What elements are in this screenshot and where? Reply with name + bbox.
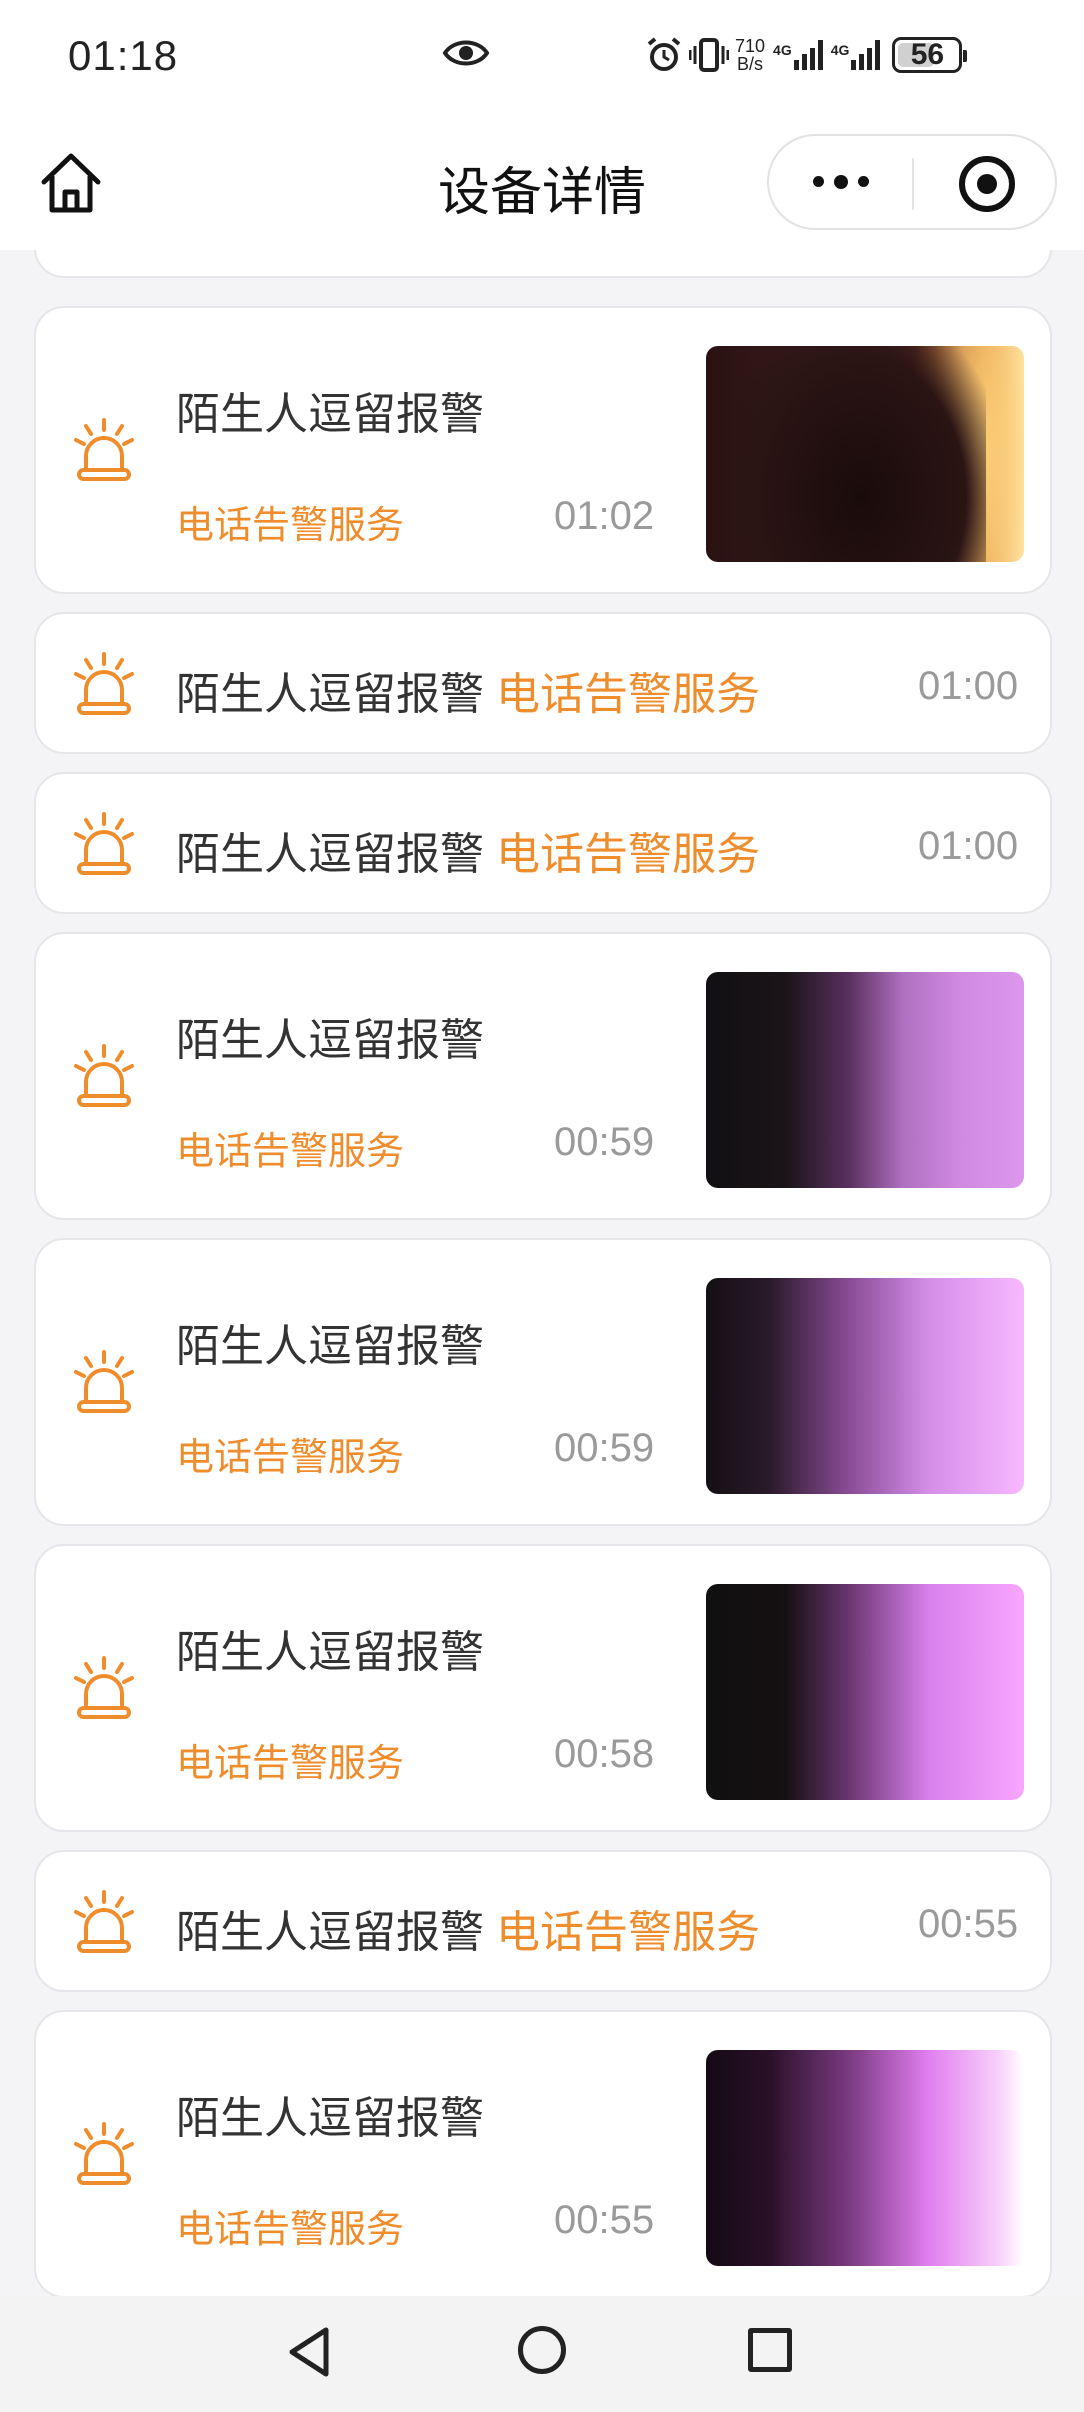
- alarm-light-icon: [72, 250, 136, 254]
- snapshot-figure: [736, 346, 986, 562]
- alarm-light-icon: [74, 1890, 134, 1953]
- battery-level: 56: [910, 38, 945, 71]
- back-icon[interactable]: [286, 2326, 334, 2378]
- alarm-title: 陌生人逗留报警: [176, 2093, 484, 2144]
- vibrate-icon: [689, 38, 729, 72]
- signal-1-label: 4G: [773, 42, 792, 58]
- signal-icon: 4G: [773, 40, 823, 70]
- alarm-clock-icon: [647, 37, 681, 71]
- alarm-card[interactable]: 陌生人逗留报警电话告警服务 01:02: [34, 306, 1052, 594]
- alarm-light-icon: [74, 2122, 134, 2185]
- alarm-service: 电话告警服务: [176, 1129, 405, 1173]
- alarm-time: 00:55: [918, 1902, 1019, 1946]
- alarm-light-icon: [74, 652, 134, 715]
- alarm-card[interactable]: 陌生人逗留报警电话告警服务 00:59: [34, 932, 1052, 1220]
- signal-icon: 4G: [831, 40, 881, 70]
- alarm-title-line: 陌生人逗留报警 电话告警服务: [176, 1896, 760, 1960]
- alarm-title: 陌生人逗留报警: [176, 1015, 484, 1066]
- alarm-service: 电话告警服务: [496, 1907, 760, 1958]
- alarm-card[interactable]: 陌生人逗留报警电话告警服务 00:55: [34, 2010, 1052, 2296]
- list-item[interactable]: [34, 250, 1052, 278]
- alarm-light-icon: [74, 812, 134, 875]
- nav-bar: 设备详情: [0, 112, 1084, 250]
- alarm-card[interactable]: 陌生人逗留报警 电话告警服务 01:00: [34, 612, 1052, 754]
- alarm-time: 01:00: [918, 824, 1019, 868]
- alarm-service: 电话告警服务: [176, 1435, 405, 1479]
- alarm-snapshot-thumbnail[interactable]: [706, 2050, 1024, 2266]
- capsule-divider: [912, 158, 914, 210]
- alarm-time: 01:00: [918, 664, 1019, 708]
- alarm-title: 陌生人逗留报警: [176, 1321, 484, 1372]
- alarm-service: 电话告警服务: [176, 503, 405, 547]
- alarm-light-icon: [74, 1350, 134, 1413]
- alarm-light-icon: [74, 418, 134, 481]
- alarm-snapshot-thumbnail[interactable]: [706, 346, 1024, 562]
- home-circle-icon[interactable]: [518, 2326, 566, 2374]
- alarm-time: 00:58: [554, 1732, 655, 1776]
- status-time: 01:18: [68, 32, 179, 79]
- alarm-snapshot-thumbnail[interactable]: [706, 1278, 1024, 1494]
- battery-icon: 56: [892, 37, 968, 73]
- alarm-title: 陌生人逗留报警: [176, 669, 484, 720]
- alarm-time: 00:59: [554, 1426, 655, 1470]
- target-icon[interactable]: [959, 156, 1015, 212]
- signal-2-label: 4G: [830, 42, 850, 58]
- alarm-light-icon: [74, 1656, 134, 1719]
- alarm-title-line: 陌生人逗留报警 电话告警服务: [176, 658, 760, 722]
- alarm-title: 陌生人逗留报警: [176, 389, 484, 440]
- alarm-time: 00:59: [554, 1120, 655, 1164]
- status-icons: 710 B/s 4G 4G 56: [645, 30, 968, 80]
- alarm-light-icon: [74, 1044, 134, 1107]
- alarm-snapshot-thumbnail[interactable]: [706, 972, 1024, 1188]
- alarm-service: 电话告警服务: [176, 1741, 405, 1785]
- more-icon[interactable]: [813, 175, 869, 189]
- alarm-snapshot-thumbnail[interactable]: [706, 1584, 1024, 1800]
- status-bar: 01:18 710 B/s 4G 4G 56: [0, 0, 1084, 112]
- alarm-card[interactable]: 陌生人逗留报警 电话告警服务 01:00: [34, 772, 1052, 914]
- alarm-service: 电话告警服务: [176, 2207, 405, 2251]
- alarm-card[interactable]: 陌生人逗留报警电话告警服务 00:59: [34, 1238, 1052, 1526]
- net-speed: 710 B/s: [735, 37, 765, 73]
- alarm-service: 电话告警服务: [496, 829, 760, 880]
- mini-program-capsule: [767, 134, 1057, 230]
- alarm-service: 电话告警服务: [496, 669, 760, 720]
- net-speed-value: 710: [735, 36, 766, 56]
- alarm-card[interactable]: 陌生人逗留报警电话告警服务 00:58: [34, 1544, 1052, 1832]
- alarm-title: 陌生人逗留报警: [176, 1627, 484, 1678]
- system-nav-bar: [0, 2296, 1084, 2412]
- alarm-time: 01:02: [554, 494, 655, 538]
- alarm-title-line: 陌生人逗留报警 电话告警服务: [176, 818, 760, 882]
- recent-apps-icon[interactable]: [748, 2328, 792, 2372]
- alarm-time: 00:55: [554, 2198, 655, 2242]
- alarm-list[interactable]: 陌生人逗留报警 电话告警服务 01:02 陌生人逗留报警 电话告警服务 01:00 陌生人逗…: [0, 250, 1084, 2296]
- eye-icon: [442, 40, 490, 66]
- net-speed-unit: B/s: [737, 54, 764, 74]
- alarm-title: 陌生人逗留报警: [176, 1907, 484, 1958]
- alarm-card[interactable]: 陌生人逗留报警 电话告警服务 00:55: [34, 1850, 1052, 1992]
- alarm-title: 陌生人逗留报警: [176, 829, 484, 880]
